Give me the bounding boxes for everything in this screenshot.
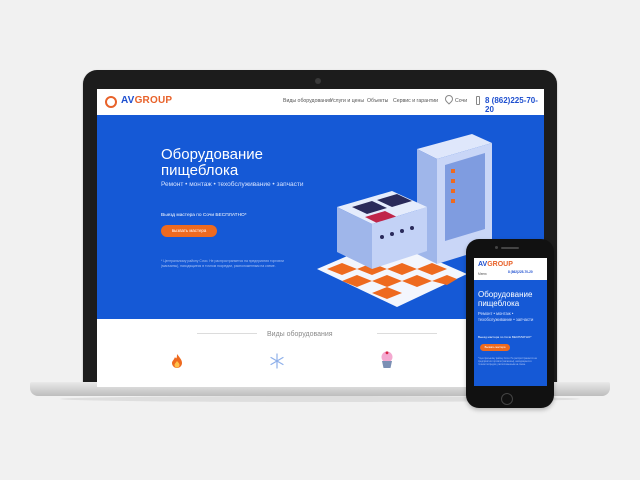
nav-objects[interactable]: Объекты	[367, 98, 388, 104]
header-phone[interactable]: 8 (862)225-70-20	[485, 96, 544, 114]
snowflake-icon[interactable]	[269, 353, 285, 369]
mobile-logo[interactable]: AVGROUP	[478, 261, 513, 268]
hero-title: Оборудование пищеблока	[161, 147, 311, 179]
hero-title-line1: Оборудование	[161, 146, 264, 163]
hero-subtitle: Ремонт • монтаж • техобслуживание • запч…	[161, 181, 304, 188]
mobile-call-master-button[interactable]: Вызвать мастера	[480, 344, 510, 351]
logo-icon[interactable]	[105, 96, 117, 108]
nav-equipment-types[interactable]: Виды оборудования	[283, 98, 332, 104]
fire-icon[interactable]	[169, 353, 185, 369]
equipment-section-title: Виды оборудования	[267, 331, 333, 338]
hero-cta-label: Выезд мастера по Сочи БЕСПЛАТНО*	[161, 213, 247, 218]
laptop-camera	[315, 78, 321, 84]
cupcake-icon[interactable]	[379, 351, 395, 369]
hero-title-line2: пищеблока	[161, 162, 239, 179]
mobile-title-line1: Оборудование	[478, 290, 533, 299]
mobile-phone[interactable]: 8 (862)225-70-20	[508, 270, 533, 274]
hero-footnote: * Центральному району Сочи. Не распростр…	[161, 259, 284, 268]
mobile-hero-title: Оборудование пищеблока	[478, 290, 546, 308]
mobile-hero-subtitle: Ремонт • монтаж • техобслуживание • запч…	[478, 311, 534, 322]
phone-camera	[495, 246, 498, 249]
site-logo[interactable]: AVGROUP	[121, 95, 172, 106]
mobile-cta-label: Выезд мастера по Сочи БЕСПЛАТНО*	[478, 335, 532, 339]
nav-service-warranty[interactable]: Сервис и гарантии	[393, 98, 438, 104]
mobile-footnote: * Центральному району Сочи. Не распростр…	[478, 358, 537, 367]
nav-services-prices[interactable]: Услуги и цены	[330, 98, 364, 104]
city-selector[interactable]: Сочи	[455, 98, 467, 104]
divider-right	[377, 333, 437, 334]
phone-home-button[interactable]	[501, 393, 513, 405]
phone-speaker	[501, 247, 519, 249]
mobile-title-line2: пищеблока	[478, 299, 520, 308]
phone-screen: AVGROUP Меню 8 (862)225-70-20 Оборудован…	[474, 258, 547, 386]
divider-left	[197, 333, 257, 334]
mobile-menu-button[interactable]: Меню	[478, 272, 487, 276]
phone-icon	[476, 96, 480, 105]
call-master-button[interactable]: вызвать мастера	[161, 225, 217, 237]
